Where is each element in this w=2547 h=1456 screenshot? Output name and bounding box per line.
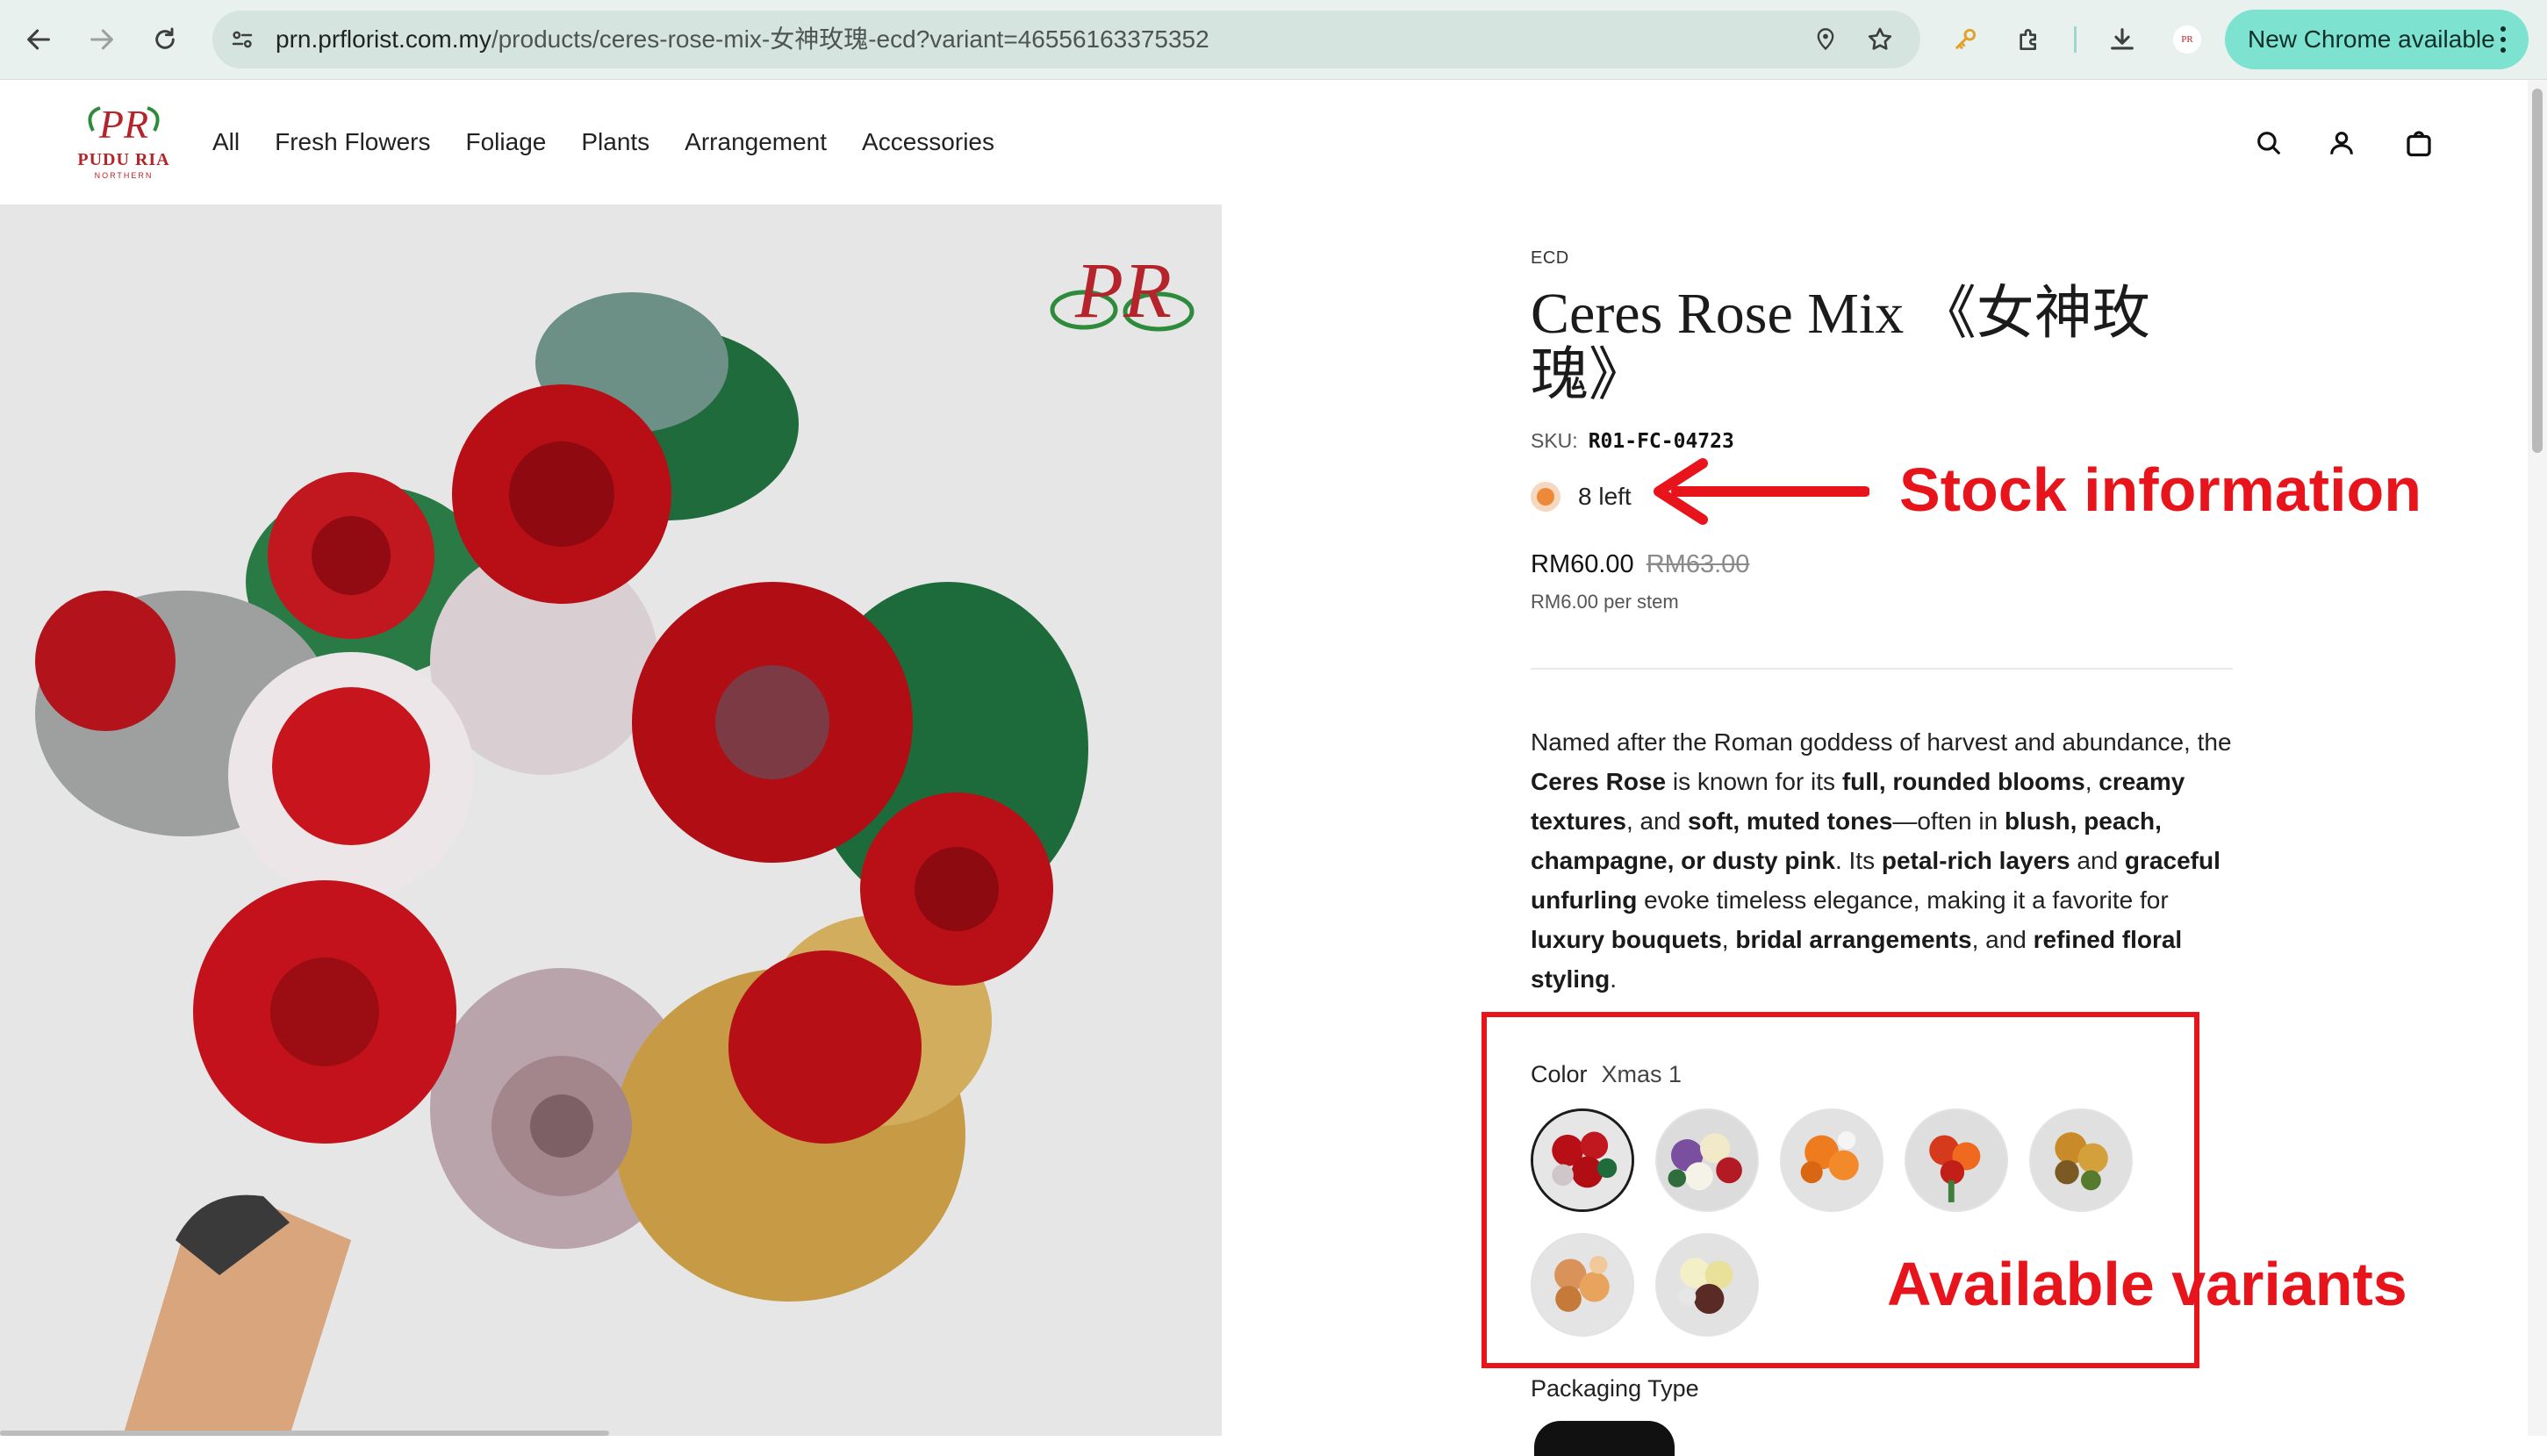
back-arrow-icon xyxy=(27,29,50,50)
desc-text: , xyxy=(1721,926,1736,953)
download-icon xyxy=(2111,28,2134,50)
url-domain: prn.prflorist.com.my xyxy=(276,25,491,53)
shopping-bag-icon xyxy=(2407,131,2431,157)
product-description: Named after the Roman goddess of harvest… xyxy=(1531,722,2233,999)
product-price: RM60.00 RM63.00 xyxy=(1531,550,1749,579)
desc-text: . Its xyxy=(1834,847,1882,874)
site-info-icon[interactable] xyxy=(225,22,260,57)
desc-bold: full, rounded blooms xyxy=(1841,768,2085,795)
horizontal-scrollbar[interactable] xyxy=(0,1431,609,1436)
toolbar-divider xyxy=(2074,26,2077,53)
user-icon xyxy=(2330,132,2353,154)
forward-arrow-icon xyxy=(90,29,113,50)
desc-text: —often in xyxy=(1892,807,2005,835)
nav-foliage[interactable]: Foliage xyxy=(466,128,547,156)
nav-fresh-flowers[interactable]: Fresh Flowers xyxy=(275,128,430,156)
more-menu-icon[interactable] xyxy=(2499,22,2508,63)
vertical-scrollbar[interactable] xyxy=(2528,80,2547,1436)
logo-subtext: NORTHERN xyxy=(94,171,154,180)
main-nav: All Fresh Flowers Foliage Plants Arrange… xyxy=(212,80,994,204)
desc-text: evoke timeless elegance, making it a fav… xyxy=(1637,886,2169,914)
search-button[interactable] xyxy=(2249,124,2288,162)
desc-text: is known for its xyxy=(1666,768,1842,795)
back-button[interactable] xyxy=(14,15,63,64)
browser-toolbar: prn.prflorist.com.my/products/ceres-rose… xyxy=(0,0,2547,80)
reload-button[interactable] xyxy=(140,15,190,64)
extensions-puzzle-icon[interactable] xyxy=(2005,15,2054,64)
svg-text:PR: PR xyxy=(98,102,148,147)
search-icon xyxy=(2257,132,2280,154)
profile-avatar[interactable]: PR xyxy=(2163,15,2212,64)
unit-price: RM6.00 per stem xyxy=(1531,591,1679,613)
svg-text:PR: PR xyxy=(1074,247,1172,334)
location-pin-icon[interactable] xyxy=(1808,22,1843,57)
site-favicon-icon: PR xyxy=(2173,25,2201,54)
stock-text: 8 left xyxy=(1578,483,1632,510)
cart-button[interactable] xyxy=(2400,124,2438,162)
key-icon xyxy=(1955,28,1977,49)
desc-bold: petal-rich layers xyxy=(1881,847,2070,874)
url-text: prn.prflorist.com.my/products/ceres-rose… xyxy=(276,11,1209,68)
desc-bold: Ceres Rose xyxy=(1531,768,1667,795)
desc-bold: soft, muted tones xyxy=(1688,807,1893,835)
annotation-arrow-icon xyxy=(1654,458,1869,525)
svg-text:PR: PR xyxy=(2181,34,2193,45)
desc-bold: luxury bouquets xyxy=(1531,926,1722,953)
logo-text: PUDU RIA xyxy=(77,150,170,169)
chrome-update-button[interactable]: New Chrome available xyxy=(2225,10,2529,69)
pr-logo-icon: PR xyxy=(88,102,160,147)
download-button[interactable] xyxy=(2098,15,2147,64)
desc-text: Named after the Roman goddess of harvest… xyxy=(1531,728,2232,756)
site-header: PR PUDU RIA NORTHERN All Fresh Flowers F… xyxy=(0,80,2528,204)
nav-arrangement[interactable]: Arrangement xyxy=(685,128,827,156)
stock-status-dot-icon xyxy=(1531,482,1560,512)
annotation-variants-label: Available variants xyxy=(1887,1250,2407,1318)
desc-text: . xyxy=(1610,965,1618,993)
address-bar[interactable]: prn.prflorist.com.my/products/ceres-rose… xyxy=(212,11,1920,68)
site-logo[interactable]: PR PUDU RIA NORTHERN xyxy=(67,96,181,187)
nav-all[interactable]: All xyxy=(212,128,240,156)
account-button[interactable] xyxy=(2322,124,2361,162)
desc-text: , xyxy=(2084,768,2099,795)
chrome-update-label: New Chrome available xyxy=(2248,25,2495,53)
forward-button[interactable] xyxy=(77,15,126,64)
url-path: /products/ceres-rose-mix-女神玫瑰-ecd?varian… xyxy=(491,25,1209,53)
product-sku: SKU: R01-FC-04723 xyxy=(1531,429,1734,453)
rose-bouquet-illustration xyxy=(35,292,1088,1436)
compare-price: RM63.00 xyxy=(1646,550,1750,578)
nav-plants[interactable]: Plants xyxy=(581,128,649,156)
annotation-stock-label: Stock information xyxy=(1899,455,2422,524)
sku-label: SKU: xyxy=(1531,429,1578,452)
product-title: Ceres Rose Mix 《女神玫瑰》 xyxy=(1531,282,2150,407)
desc-text: , and xyxy=(1971,926,2034,953)
divider xyxy=(1531,668,2233,670)
desc-text: and xyxy=(2070,847,2125,874)
extension-icon-1[interactable] xyxy=(1941,15,1990,64)
desc-text: , and xyxy=(1625,807,1688,835)
product-image[interactable]: PR xyxy=(0,204,1222,1436)
packaging-option-button[interactable] xyxy=(1534,1421,1675,1456)
reload-icon xyxy=(155,27,175,49)
nav-accessories[interactable]: Accessories xyxy=(862,128,994,156)
desc-bold: bridal arrangements xyxy=(1735,926,1972,953)
scrollbar-thumb[interactable] xyxy=(2532,89,2543,453)
packaging-type-label: Packaging Type xyxy=(1531,1375,1699,1402)
product-vendor: ECD xyxy=(1531,248,1569,268)
bookmark-star-icon[interactable] xyxy=(1862,22,1898,57)
stock-indicator: 8 left xyxy=(1531,482,1632,512)
sale-price: RM60.00 xyxy=(1531,550,1634,578)
sku-value: R01-FC-04723 xyxy=(1588,430,1734,453)
pr-watermark-icon: PR xyxy=(1050,247,1195,334)
